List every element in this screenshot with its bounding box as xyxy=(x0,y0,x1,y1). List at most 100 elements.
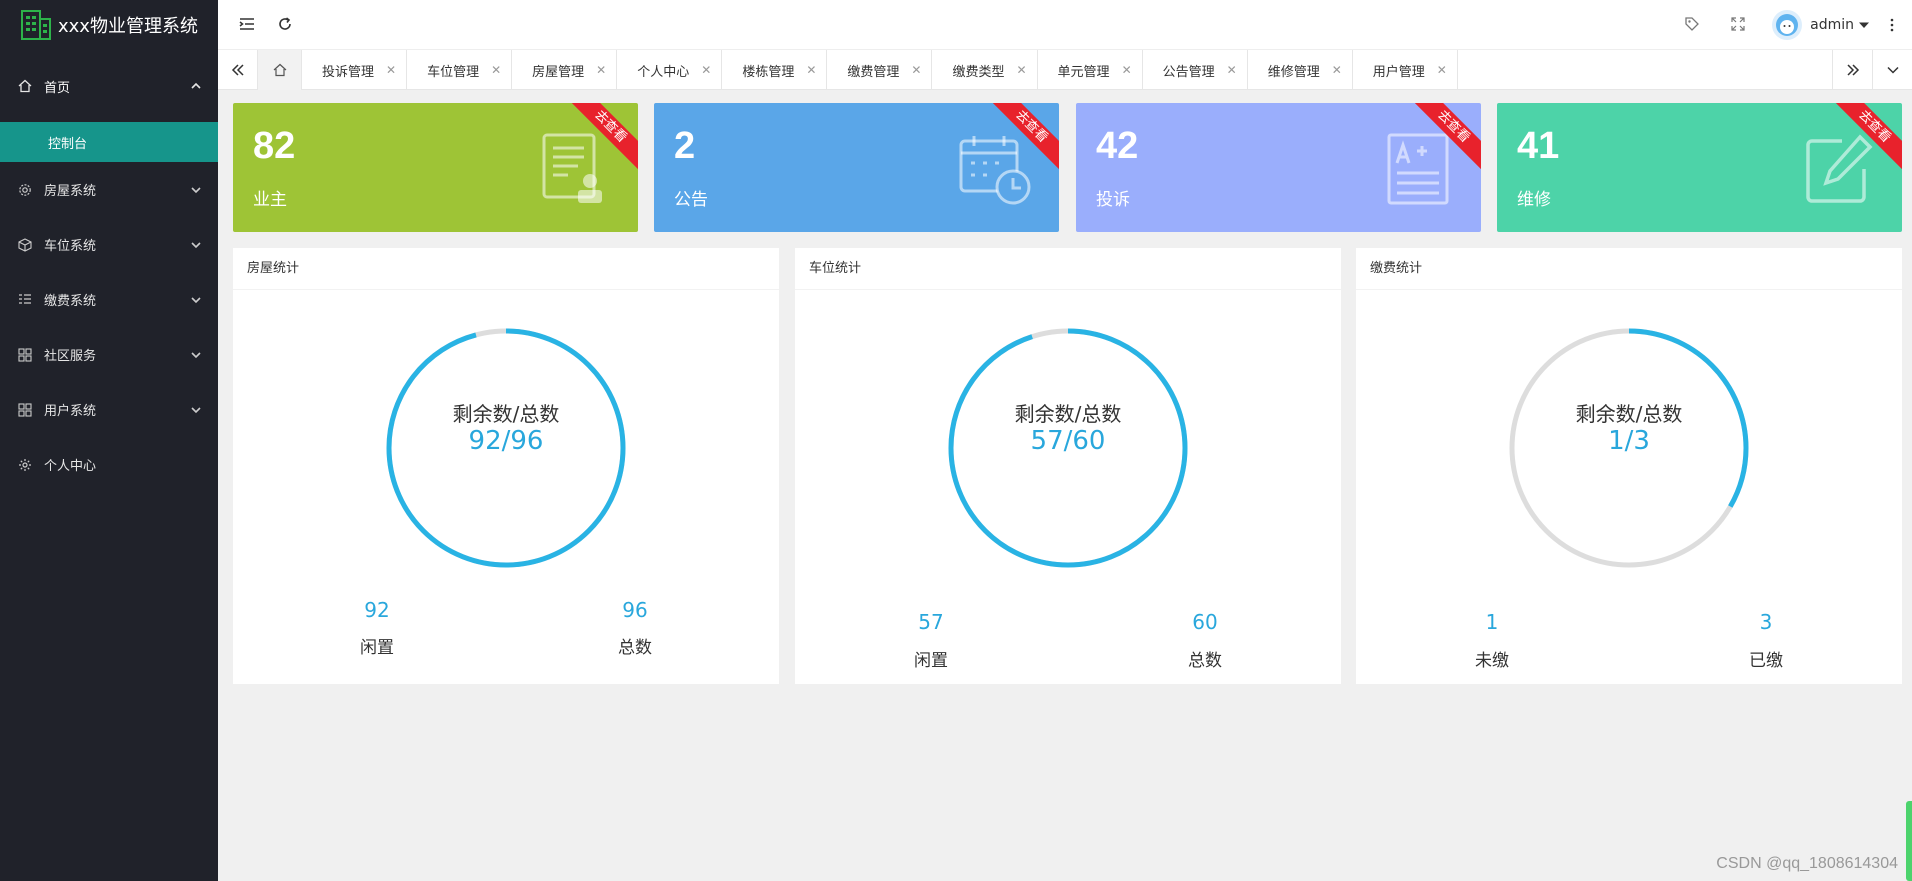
close-icon[interactable]: ✕ xyxy=(1227,63,1237,77)
home-icon xyxy=(273,63,286,77)
close-icon[interactable]: ✕ xyxy=(1122,63,1132,77)
tab-fees[interactable]: 缴费管理 ✕ xyxy=(827,50,933,90)
double-chevron-right-icon xyxy=(1846,64,1859,76)
stat-label: 业主 xyxy=(253,190,287,210)
chevron-down-icon xyxy=(191,296,201,303)
sidebar-item-user-system[interactable]: 用户系统 xyxy=(0,382,218,437)
stat-value: 41 xyxy=(1517,125,1560,167)
sidebar-item-home[interactable]: 首页 xyxy=(0,50,218,122)
sidebar: xxx物业管理系统 首页 控制台 房屋系统 车位系统 缴费系统 社区服务 用户系… xyxy=(0,0,218,881)
chevron-down-icon xyxy=(191,406,201,413)
tab-notices[interactable]: 公告管理 ✕ xyxy=(1143,50,1248,90)
refresh-button[interactable] xyxy=(274,13,296,35)
grid-icon xyxy=(18,402,32,417)
tab-units[interactable]: 单元管理 ✕ xyxy=(1038,50,1143,90)
tab-label: 缴费管理 xyxy=(847,64,900,80)
left-label: 未缴 xyxy=(1475,651,1509,671)
tabs-scroll-left-button[interactable] xyxy=(218,50,258,90)
close-icon[interactable]: ✕ xyxy=(911,63,921,77)
tab-buildings[interactable]: 楼栋管理 ✕ xyxy=(722,50,828,90)
close-icon[interactable]: ✕ xyxy=(596,63,606,77)
calendar-clock-icon xyxy=(959,136,1031,205)
left-number: 92 xyxy=(364,598,390,622)
grid-icon xyxy=(18,347,32,362)
close-icon[interactable]: ✕ xyxy=(491,63,501,77)
tab-users[interactable]: 用户管理 ✕ xyxy=(1353,50,1458,90)
top-header: admin xyxy=(218,0,1912,50)
avatar[interactable] xyxy=(1772,10,1803,40)
tab-repairs[interactable]: 维修管理 ✕ xyxy=(1248,50,1353,90)
tab-label: 缴费类型 xyxy=(952,64,1005,80)
theme-button[interactable] xyxy=(1681,13,1703,35)
tab-fee-types[interactable]: 缴费类型 ✕ xyxy=(932,50,1038,90)
double-chevron-left-icon xyxy=(231,64,244,76)
cube-icon xyxy=(18,237,32,252)
left-label: 闲置 xyxy=(360,638,394,658)
tab-houses[interactable]: 房屋管理 ✕ xyxy=(512,50,618,90)
tab-personal-center[interactable]: 个人中心 ✕ xyxy=(617,50,723,90)
sidebar-item-fee-system[interactable]: 缴费系统 xyxy=(0,272,218,327)
avatar-icon xyxy=(1776,14,1799,36)
sidebar-item-personal-center[interactable]: 个人中心 xyxy=(0,437,218,492)
sidebar-item-dashboard[interactable]: 控制台 xyxy=(0,122,218,162)
scrollbar-thumb[interactable] xyxy=(1906,801,1912,881)
panel-title: 缴费统计 xyxy=(1356,248,1902,290)
sidebar-item-community-service[interactable]: 社区服务 xyxy=(0,327,218,382)
close-icon[interactable]: ✕ xyxy=(386,63,396,77)
tab-label: 维修管理 xyxy=(1267,64,1320,80)
panel-fee-stats: 缴费统计 剩余数/总数 1/3 1 未缴 3 已缴 xyxy=(1356,248,1902,684)
close-icon[interactable]: ✕ xyxy=(1437,63,1447,77)
tab-list: 投诉管理 ✕ 车位管理 ✕ 房屋管理 ✕ 个人中心 ✕ 楼栋管理 ✕ 缴费管理 ✕ 缴费类型… xyxy=(258,50,1458,90)
right-label: 总数 xyxy=(1188,651,1222,671)
tab-parking[interactable]: 车位管理 ✕ xyxy=(407,50,513,90)
stat-label: 投诉 xyxy=(1096,190,1130,210)
stat-card-complaints[interactable]: 42 投诉 去查看 xyxy=(1076,103,1481,232)
sidebar-subitem-label: 控制台 xyxy=(48,136,88,152)
sidebar-item-label: 个人中心 xyxy=(44,459,97,474)
close-icon[interactable]: ✕ xyxy=(1016,63,1026,77)
close-icon[interactable]: ✕ xyxy=(1332,63,1342,77)
stat-card-owners[interactable]: 82 业主 去查看 xyxy=(233,103,638,232)
document-user-icon xyxy=(542,133,602,203)
chevron-down-icon xyxy=(191,351,201,358)
list-icon xyxy=(18,293,32,307)
stat-label: 维修 xyxy=(1517,190,1551,210)
chevron-down-icon xyxy=(1886,66,1899,74)
panel-house-stats: 房屋统计 剩余数/总数 92/96 92 闲置 96 总数 xyxy=(233,248,779,684)
sidebar-item-parking-system[interactable]: 车位系统 xyxy=(0,217,218,272)
tabs-menu-button[interactable] xyxy=(1872,50,1912,90)
stat-card-notices[interactable]: 2 公告 去查看 xyxy=(654,103,1059,232)
app-logo[interactable]: xxx物业管理系统 xyxy=(0,0,218,50)
user-menu[interactable]: admin xyxy=(1772,10,1900,40)
edit-icon xyxy=(1806,134,1873,203)
tab-label: 用户管理 xyxy=(1372,64,1425,80)
close-icon[interactable]: ✕ xyxy=(701,63,711,77)
center-label: 剩余数/总数 xyxy=(452,402,560,426)
sidebar-item-house-system[interactable]: 房屋系统 xyxy=(0,162,218,217)
tabs-scroll-right-button[interactable] xyxy=(1832,50,1872,90)
tab-label: 楼栋管理 xyxy=(742,64,795,80)
stat-card-repairs[interactable]: 41 维修 去查看 xyxy=(1497,103,1902,232)
tab-complaints[interactable]: 投诉管理 ✕ xyxy=(302,50,408,90)
chevron-down-icon xyxy=(191,186,201,193)
fullscreen-icon xyxy=(1731,17,1745,31)
more-vertical-icon[interactable] xyxy=(1884,17,1900,33)
center-value: 1/3 xyxy=(1608,426,1650,456)
toggle-sidebar-button[interactable] xyxy=(236,13,258,35)
caret-down-icon xyxy=(1859,22,1869,28)
tab-label: 公告管理 xyxy=(1162,64,1215,80)
stat-label: 公告 xyxy=(674,190,708,210)
home-icon xyxy=(18,79,32,93)
tab-bar: 投诉管理 ✕ 车位管理 ✕ 房屋管理 ✕ 个人中心 ✕ 楼栋管理 ✕ 缴费管理 ✕ 缴费类型… xyxy=(218,50,1912,90)
stat-value: 42 xyxy=(1096,125,1139,167)
fullscreen-button[interactable] xyxy=(1727,13,1749,35)
center-label: 剩余数/总数 xyxy=(1575,402,1683,426)
close-icon[interactable]: ✕ xyxy=(806,63,816,77)
panel-parking-stats: 车位统计 剩余数/总数 57/60 57 闲置 60 总数 xyxy=(795,248,1341,684)
tab-home[interactable] xyxy=(258,50,302,90)
right-number: 3 xyxy=(1759,610,1773,634)
left-number: 1 xyxy=(1485,610,1499,634)
tab-label: 单元管理 xyxy=(1057,64,1110,80)
tag-icon xyxy=(1685,17,1699,31)
tab-label: 房屋管理 xyxy=(532,64,585,80)
